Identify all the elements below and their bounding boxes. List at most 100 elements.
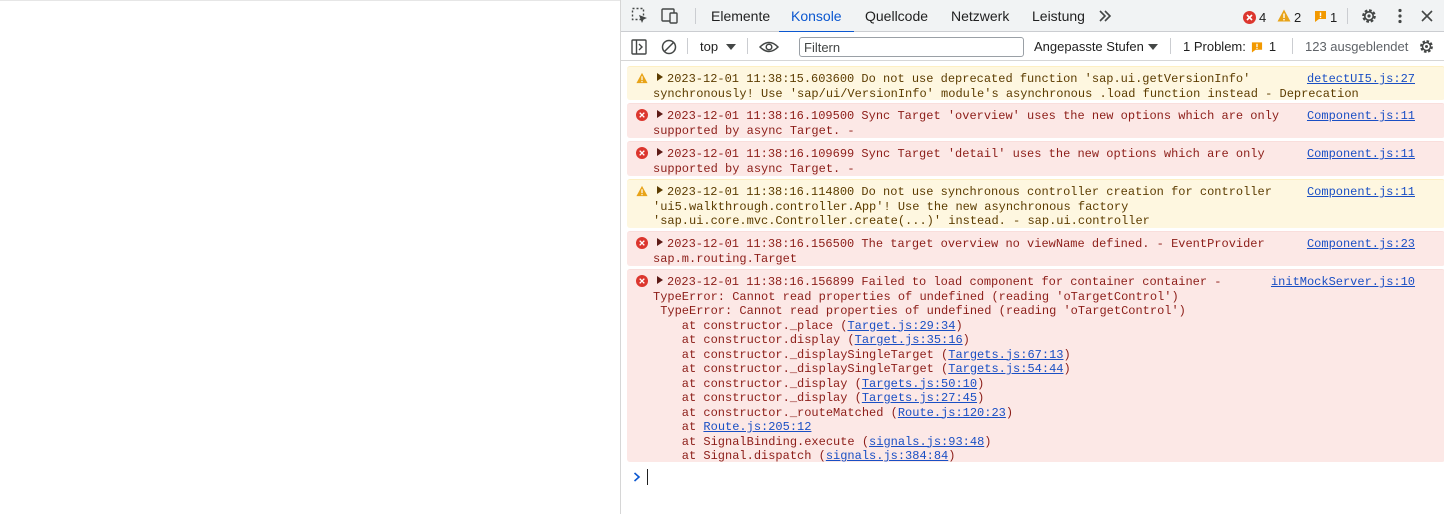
inspected-page-area (0, 0, 620, 514)
filter-input[interactable] (799, 37, 1024, 57)
stack-link[interactable]: signals.js:384:84 (826, 449, 948, 463)
issue-count: 1 (1330, 9, 1338, 25)
message-text: 2023-12-01 11:38:16.156500 The target ov… (653, 237, 1265, 266)
expand-triangle-icon[interactable] (657, 238, 663, 246)
clear-console-icon[interactable] (661, 32, 677, 61)
live-expression-eye-icon[interactable] (759, 32, 779, 61)
issue-icon (1251, 41, 1262, 53)
tab-quellcode[interactable]: Quellcode (863, 0, 930, 32)
stack-link[interactable]: Target.js:29:34 (847, 319, 955, 333)
error-icon (636, 147, 648, 159)
error-icon (636, 237, 648, 249)
context-label: top (700, 39, 719, 54)
more-tabs-icon[interactable] (1095, 6, 1115, 26)
context-selector[interactable]: top (700, 32, 737, 61)
text-caret (647, 469, 648, 485)
log-levels-dropdown[interactable]: Angepasste Stufen (1034, 32, 1158, 61)
error-icon (1243, 10, 1256, 24)
expand-triangle-icon[interactable] (657, 110, 663, 118)
message-text: 2023-12-01 11:38:16.109500 Sync Target '… (653, 109, 1279, 138)
devtools-tabbar: Elemente Konsole Quellcode Netzwerk Leis… (621, 0, 1444, 33)
console-message-error: 2023-12-01 11:38:16.156899 Failed to loa… (627, 269, 1444, 464)
message-first-line: 2023-12-01 11:38:15.603600 Do not use de… (667, 72, 1251, 86)
message-text: 2023-12-01 11:38:16.156899 Failed to loa… (653, 275, 1222, 464)
close-icon[interactable] (1417, 6, 1437, 26)
warning-icon (1277, 9, 1291, 25)
message-line: 'ui5.walkthrough.controller.App'! Use th… (653, 199, 1129, 214)
stack-trace-line: at Route.js:205:12 (653, 420, 812, 434)
settings-gear-icon[interactable] (1359, 6, 1379, 26)
message-text: 2023-12-01 11:38:16.114800 Do not use sy… (653, 185, 1272, 229)
message-line: 'sap.ui.core.mvc.Controller.create(...)'… (653, 214, 1150, 228)
inspect-icon[interactable] (630, 6, 650, 26)
message-first-line: 2023-12-01 11:38:16.109699 Sync Target '… (667, 147, 1265, 161)
stack-trace-line: at constructor._display (Targets.js:50:1… (653, 376, 985, 391)
log-levels-label: Angepasste Stufen (1034, 39, 1144, 54)
tab-konsole[interactable]: Konsole (779, 0, 854, 33)
tab-netzwerk[interactable]: Netzwerk (949, 0, 1011, 32)
stack-link[interactable]: Targets.js:54:44 (948, 362, 1063, 376)
kebab-menu-icon[interactable] (1390, 6, 1410, 26)
expand-triangle-icon[interactable] (657, 73, 663, 81)
message-line: TypeError: Cannot read properties of und… (653, 289, 1179, 304)
stack-link[interactable]: signals.js:93:48 (869, 435, 984, 449)
stack-trace-line: at Signal.dispatch (signals.js:384:84) (653, 449, 956, 463)
counter-divider (1347, 8, 1348, 24)
console-message-error: 2023-12-01 11:38:16.109699 Sync Target '… (627, 141, 1444, 176)
expand-triangle-icon[interactable] (657, 186, 663, 194)
tabbar-divider (695, 8, 696, 24)
message-line: sap.m.routing.Target (653, 251, 798, 266)
issue-icon (1314, 10, 1327, 25)
toolbar-divider (1292, 38, 1293, 54)
stack-trace-line: at constructor.display (Target.js:35:16) (653, 333, 970, 347)
message-source-link[interactable]: Component.js:11 (1307, 185, 1415, 200)
console-settings-gear-icon[interactable] (1418, 32, 1435, 61)
error-count: 4 (1259, 9, 1267, 25)
console-message-error: 2023-12-01 11:38:16.156500 The target ov… (627, 231, 1444, 266)
device-toggle-icon[interactable] (660, 6, 680, 26)
hidden-count: 123 ausgeblendet (1305, 39, 1409, 54)
message-source-link[interactable]: Component.js:11 (1307, 109, 1415, 124)
message-line: TypeError: Cannot read properties of und… (653, 304, 1186, 318)
stack-trace-line: at constructor._display (Targets.js:27:4… (653, 391, 985, 405)
stack-link[interactable]: Targets.js:67:13 (948, 348, 1063, 362)
error-icon (636, 109, 648, 121)
message-source-link[interactable]: initMockServer.js:10 (1271, 275, 1415, 290)
message-text: 2023-12-01 11:38:15.603600 Do not use de… (653, 72, 1359, 101)
stack-trace-line: at constructor._displaySingleTarget (Tar… (653, 362, 1071, 376)
tab-leistung[interactable]: Leistung (1030, 0, 1087, 32)
tab-elemente[interactable]: Elemente (709, 0, 772, 32)
stack-trace-line: at SignalBinding.execute (signals.js:93:… (653, 434, 992, 449)
console-prompt[interactable] (633, 468, 648, 486)
warning-counter[interactable]: 2 (1277, 9, 1301, 25)
stack-link[interactable]: Route.js:205:12 (703, 420, 811, 434)
message-line: supported by async Target. - (653, 123, 855, 138)
problems-button[interactable]: 1 Problem: 1 (1183, 32, 1276, 61)
message-source-link[interactable]: Component.js:11 (1307, 147, 1415, 162)
chevron-down-icon (726, 43, 737, 50)
message-source-link[interactable]: detectUI5.js:27 (1307, 72, 1415, 87)
warning-icon (636, 72, 648, 84)
expand-triangle-icon[interactable] (657, 148, 663, 156)
message-text: 2023-12-01 11:38:16.109699 Sync Target '… (653, 147, 1265, 176)
message-line: supported by async Target. - (653, 161, 855, 176)
message-first-line: 2023-12-01 11:38:16.114800 Do not use sy… (667, 185, 1272, 199)
stack-link[interactable]: Targets.js:27:45 (862, 391, 977, 405)
stack-link[interactable]: Target.js:35:16 (855, 333, 963, 347)
issue-counter[interactable]: 1 (1314, 9, 1337, 25)
stack-trace-line: at constructor._routeMatched (Route.js:1… (653, 405, 1014, 420)
console-message-error: 2023-12-01 11:38:16.109500 Sync Target '… (627, 103, 1444, 138)
stack-link[interactable]: Targets.js:50:10 (862, 377, 977, 391)
message-first-line: 2023-12-01 11:38:16.156899 Failed to loa… (667, 275, 1222, 289)
devtools-panel: Elemente Konsole Quellcode Netzwerk Leis… (620, 0, 1444, 514)
error-counter[interactable]: 4 (1243, 9, 1266, 25)
expand-triangle-icon[interactable] (657, 276, 663, 284)
message-first-line: 2023-12-01 11:38:16.156500 The target ov… (667, 237, 1265, 251)
chevron-down-icon (1147, 43, 1158, 50)
stack-link[interactable]: Route.js:120:23 (898, 406, 1006, 420)
console-message-warning: 2023-12-01 11:38:16.114800 Do not use sy… (627, 179, 1444, 228)
message-source-link[interactable]: Component.js:23 (1307, 237, 1415, 252)
problems-label: 1 Problem: (1183, 39, 1246, 54)
toolbar-divider (687, 38, 688, 54)
sidebar-toggle-icon[interactable] (631, 32, 647, 61)
